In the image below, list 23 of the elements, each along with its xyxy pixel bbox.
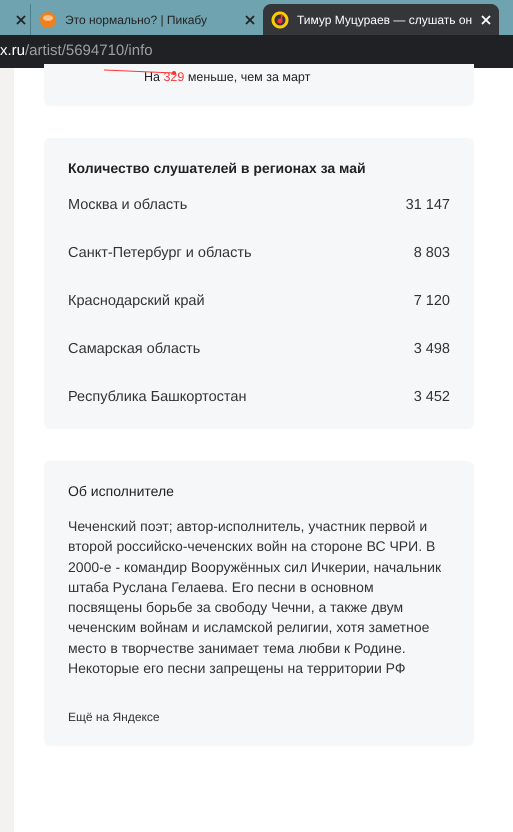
region-name: Краснодарский край xyxy=(68,292,205,311)
tab-title: Это нормально? | Пикабу xyxy=(65,12,208,28)
listener-count: 7 120 xyxy=(414,292,450,311)
site-logo-icon xyxy=(39,10,57,28)
region-name: Самарская область xyxy=(68,340,200,359)
region-name: Санкт-Петербург и область xyxy=(68,244,252,263)
listener-count: 3 498 xyxy=(414,340,450,359)
url-text: x.ru/artist/5694710/info xyxy=(0,41,153,62)
region-name: Москва и область xyxy=(68,196,188,215)
card-title: Количество слушателей в регионах за май xyxy=(68,159,367,178)
close-icon[interactable] xyxy=(16,14,26,24)
region-name: Республика Башкортостан xyxy=(68,388,246,407)
address-bar[interactable]: x.ru/artist/5694710/info xyxy=(0,35,513,68)
card-title: Об исполнителе xyxy=(68,482,175,501)
browser-tab[interactable]: Тимур Муцураев — слушать он xyxy=(263,4,499,35)
tab-title: Тимур Муцураев — слушать он xyxy=(297,12,473,28)
artist-description: Чеченский поэт; автор-исполнитель, участник первой и второй российско-чеченских войн на стороне ВС ЧРИ. В 2000-е - командир Вооружённых сил Ичкерии, начальник штаба Руслана Гелаева. Его песни в основном посвящены борьбе за свободу Чечни, а также двум чеченским войнам и исламской религии, хотя заметное место в творчестве занимает тема любви к Родине. Некоторые его песни запрещены на территории РФ xyxy=(68,517,442,678)
listener-count: 3 452 xyxy=(414,388,450,407)
music-note-icon xyxy=(271,10,289,28)
more-link[interactable]: Ещё на Яндексе xyxy=(68,708,450,726)
listener-count: 8 803 xyxy=(414,244,450,263)
close-icon[interactable] xyxy=(245,14,255,24)
listener-count: 31 147 xyxy=(406,196,450,215)
